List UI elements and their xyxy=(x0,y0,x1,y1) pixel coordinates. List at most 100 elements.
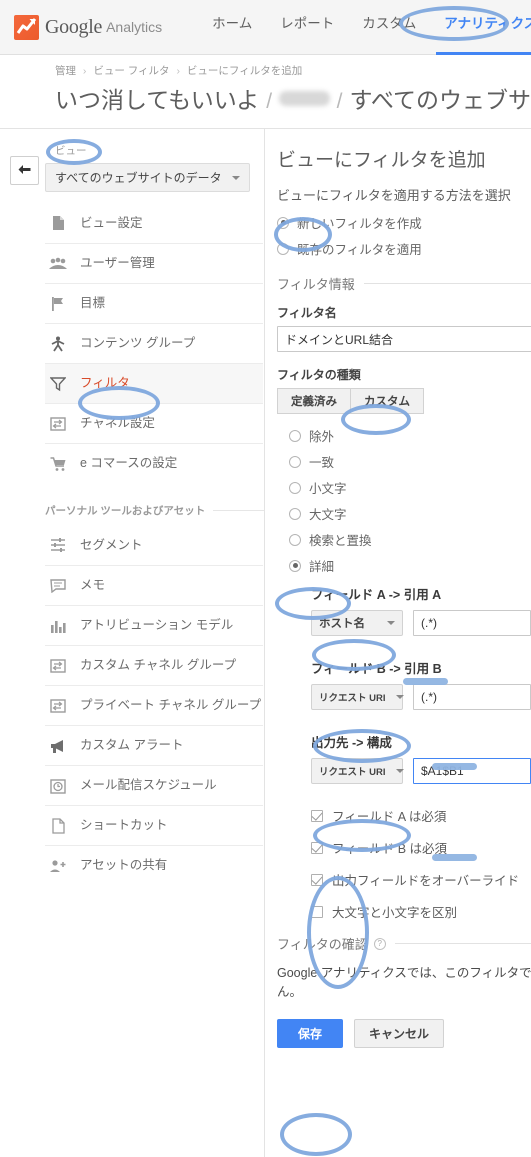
account-name: いつ消してもいいよ xyxy=(55,87,260,113)
sidebar-label: 目標 xyxy=(80,296,106,311)
filter-name-label: フィルタ名 xyxy=(277,306,337,320)
field-a-row: ホスト名 (.*) xyxy=(311,610,531,636)
save-button[interactable]: 保存 xyxy=(277,1018,344,1048)
field-a-select[interactable]: ホスト名 xyxy=(311,610,403,636)
sidebar-item-view-settings[interactable]: ビュー設定 xyxy=(45,203,263,243)
sidebar: ビュー すべてのウェブサイトのデータ ビュー設定 ユーザー管理 目標 コンテンツ… xyxy=(0,129,265,1157)
sidebar-item-ecommerce-settings[interactable]: e コマースの設定 xyxy=(45,443,263,483)
form-actions: 保存 キャンセル xyxy=(277,1018,531,1048)
sidebar-section-label: パーソナル ツールおよびアセット xyxy=(45,504,206,517)
breadcrumb-item-view-filters[interactable]: ビュー フィルタ xyxy=(93,65,169,77)
chevron-down-icon xyxy=(395,695,404,699)
sidebar-item-scheduled-emails[interactable]: メール配信スケジュール xyxy=(45,765,263,805)
back-button[interactable] xyxy=(10,156,39,185)
channel-icon xyxy=(45,416,71,432)
filter-name-value: ドメインとURL結合 xyxy=(285,332,394,347)
tab-custom[interactable]: カスタム xyxy=(351,388,424,414)
sidebar-item-custom-alerts[interactable]: カスタム アラート xyxy=(45,725,263,765)
sidebar-label: アトリビューション モデル xyxy=(80,618,234,633)
sidebar-personal-list: セグメント メモ アトリビューション モデル カスタム チャネル グループ プラ… xyxy=(45,525,263,885)
sidebar-item-attribution-models[interactable]: アトリビューション モデル xyxy=(45,605,263,645)
output-input[interactable]: $A1$B1 xyxy=(413,758,531,784)
page-title: いつ消してもいいよ / / すべてのウェブサ xyxy=(55,81,531,115)
sidebar-item-private-channel-groupings[interactable]: プライベート チャネル グループ xyxy=(45,685,263,725)
radio-icon xyxy=(289,507,301,520)
radio-exclude[interactable]: 除外 xyxy=(289,426,531,445)
radio-label: 一致 xyxy=(309,456,335,470)
sidebar-label: フィルタ xyxy=(80,376,130,391)
help-icon[interactable]: ? xyxy=(373,937,386,950)
checkbox-label: 大文字と小文字を区別 xyxy=(332,906,458,920)
field-b-select[interactable]: リクエスト URI xyxy=(311,684,404,710)
radio-icon xyxy=(289,559,301,572)
breadcrumb-item-add-filter[interactable]: ビューにフィルタを追加 xyxy=(187,65,302,77)
checkbox-field-b-required[interactable]: フィールド B は必須 xyxy=(311,838,531,857)
brand-logo[interactable]: Google Analytics xyxy=(14,14,162,40)
radio-include[interactable]: 一致 xyxy=(289,452,531,471)
sidebar-label: ビュー設定 xyxy=(80,215,143,230)
radio-uppercase[interactable]: 大文字 xyxy=(289,504,531,523)
breadcrumb-item-admin[interactable]: 管理 xyxy=(55,65,76,77)
top-navigation: ホーム レポート カスタム アナリティクス設定 xyxy=(198,0,531,55)
view-selector-value: すべてのウェブサイトのデータ xyxy=(55,171,222,185)
breadcrumb-separator: › xyxy=(82,65,87,77)
page-icon xyxy=(45,817,71,834)
topnav-reports[interactable]: レポート xyxy=(266,0,348,55)
field-a-value: (.*) xyxy=(421,616,437,630)
sidebar-item-segments[interactable]: セグメント xyxy=(45,525,263,565)
sidebar-section-header: パーソナル ツールおよびアセット xyxy=(45,483,264,525)
checkbox-override-output-field[interactable]: 出力フィールドをオーバーライド xyxy=(311,870,531,889)
sidebar-item-annotations[interactable]: メモ xyxy=(45,565,263,605)
field-a-input[interactable]: (.*) xyxy=(413,610,531,636)
tab-predefined[interactable]: 定義済み xyxy=(277,388,351,414)
checkbox-field-a-required[interactable]: フィールド A は必須 xyxy=(311,806,531,825)
radio-label: 除外 xyxy=(309,430,335,444)
view-selector-dropdown[interactable]: すべてのウェブサイトのデータ xyxy=(45,163,250,192)
advanced-checkboxes: フィールド A は必須 フィールド B は必須 出力フィールドをオーバーライド xyxy=(311,806,531,921)
sidebar-label: チャネル設定 xyxy=(80,416,155,431)
sidebar-item-goals[interactable]: 目標 xyxy=(45,283,263,323)
sidebar-item-shortcuts[interactable]: ショートカット xyxy=(45,805,263,845)
radio-label: 検索と置換 xyxy=(309,534,372,548)
sidebar-label: カスタム チャネル グループ xyxy=(80,658,237,673)
divider xyxy=(394,943,531,944)
title-separator: / xyxy=(336,90,343,113)
sidebar-label: カスタム アラート xyxy=(80,738,184,753)
topnav-home[interactable]: ホーム xyxy=(198,0,266,55)
field-b-input[interactable]: (.*) xyxy=(413,684,531,710)
radio-advanced[interactable]: 詳細 xyxy=(289,556,531,575)
sidebar-item-user-management[interactable]: ユーザー管理 xyxy=(45,243,263,283)
channel-icon xyxy=(45,658,71,674)
sidebar-item-content-grouping[interactable]: コンテンツ グループ xyxy=(45,323,263,363)
sidebar-item-custom-channel-groupings[interactable]: カスタム チャネル グループ xyxy=(45,645,263,685)
topnav-custom[interactable]: カスタム xyxy=(348,0,430,55)
filter-name-input[interactable]: ドメインとURL結合 xyxy=(277,326,531,352)
sidebar-item-share-assets[interactable]: アセットの共有 xyxy=(45,845,263,885)
checkbox-case-sensitive[interactable]: 大文字と小文字を区別 xyxy=(311,902,531,921)
channel-icon xyxy=(45,698,71,714)
divider xyxy=(213,509,264,511)
cancel-button[interactable]: キャンセル xyxy=(354,1018,445,1048)
advanced-settings: フィールド A -> 引用 A ホスト名 (.*) フィールド B -> 引用 … xyxy=(311,584,531,921)
radio-search-and-replace[interactable]: 検索と置換 xyxy=(289,530,531,549)
verify-header: フィルタの確認 ? xyxy=(277,934,531,953)
sidebar-item-channel-settings[interactable]: チャネル設定 xyxy=(45,403,263,443)
topnav-admin[interactable]: アナリティクス設定 xyxy=(430,0,531,55)
checkbox-label: フィールド B は必須 xyxy=(332,842,448,856)
sidebar-item-filters[interactable]: フィルタ xyxy=(45,363,263,403)
radio-create-new-filter[interactable]: 新しいフィルタを作成 xyxy=(277,213,531,232)
checkbox-icon xyxy=(311,809,323,822)
comment-icon xyxy=(45,578,71,593)
radio-lowercase[interactable]: 小文字 xyxy=(289,478,531,497)
segment-icon xyxy=(45,538,71,552)
sidebar-nav-list: ビュー設定 ユーザー管理 目標 コンテンツ グループ フィルタ チャネル設定 e… xyxy=(45,203,263,483)
radio-apply-existing-filter[interactable]: 既存のフィルタを適用 xyxy=(277,239,531,258)
chevron-down-icon xyxy=(387,621,395,625)
output-select[interactable]: リクエスト URI xyxy=(311,758,404,784)
field-b-title: フィールド B -> 引用 B xyxy=(311,662,442,676)
radio-icon xyxy=(289,455,301,468)
sidebar-label: プライベート チャネル グループ xyxy=(80,698,262,713)
view-selector-label: ビュー xyxy=(55,145,87,157)
document-icon xyxy=(45,215,71,231)
property-name-redacted xyxy=(279,91,330,106)
